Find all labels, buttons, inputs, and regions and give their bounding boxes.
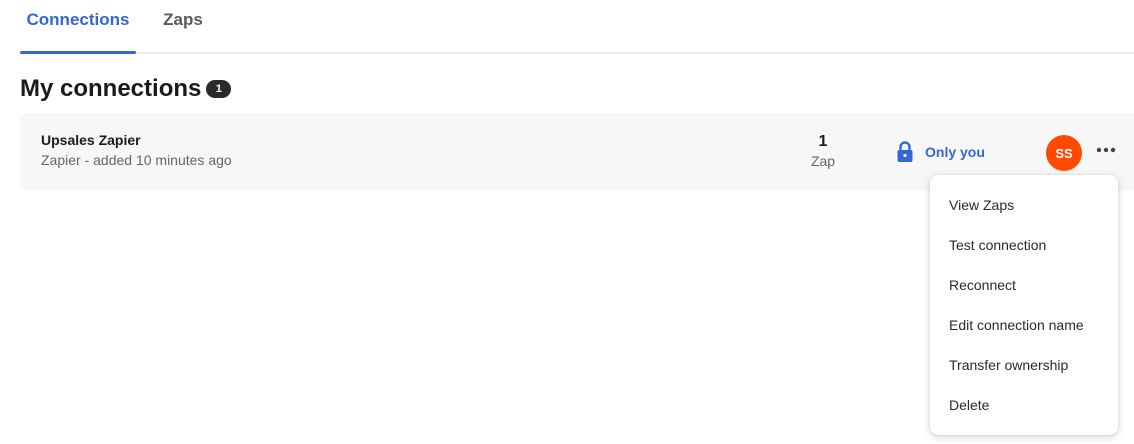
more-options-button[interactable] <box>1092 138 1120 162</box>
zap-count: 1 Zap <box>803 133 843 170</box>
zap-count-unit: Zap <box>810 153 836 169</box>
access-level-button[interactable]: Only you <box>896 141 985 163</box>
tab-connections[interactable]: Connections <box>20 0 136 54</box>
connection-name: Upsales Zapier <box>41 132 141 148</box>
menu-item-edit-connection-name[interactable]: Edit connection name <box>930 305 1118 345</box>
connection-options-menu: View Zaps Test connection Reconnect Edit… <box>930 175 1118 435</box>
menu-list: View Zaps Test connection Reconnect Edit… <box>930 175 1118 425</box>
menu-item-reconnect[interactable]: Reconnect <box>930 265 1118 305</box>
connections-page: Connections Zaps My connections 1 Upsale… <box>0 0 1134 444</box>
menu-item-view-zaps[interactable]: View Zaps <box>930 185 1118 225</box>
page-title: My connections <box>20 75 202 102</box>
connection-subtitle: Zapier - added 10 minutes ago <box>41 152 232 168</box>
zap-count-number: 1 <box>818 133 828 150</box>
access-level-label: Only you <box>925 144 985 160</box>
page-heading: My connections 1 <box>20 72 232 106</box>
menu-item-delete[interactable]: Delete <box>930 385 1118 425</box>
tab-zaps[interactable]: Zaps <box>146 0 220 52</box>
menu-item-transfer-ownership[interactable]: Transfer ownership <box>930 345 1118 385</box>
more-horizontal-icon <box>1096 147 1116 153</box>
connection-count-badge: 1 <box>206 80 232 98</box>
tab-bar: Connections Zaps <box>20 0 1134 54</box>
lock-icon <box>896 141 914 163</box>
owner-avatar: SS <box>1046 135 1082 171</box>
menu-item-test-connection[interactable]: Test connection <box>930 225 1118 265</box>
